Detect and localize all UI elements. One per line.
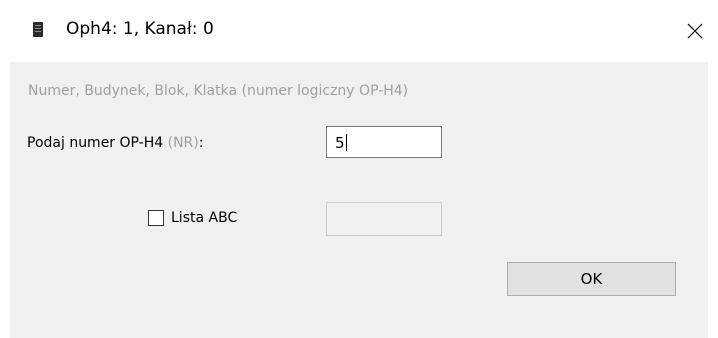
- abc-checkbox[interactable]: [148, 210, 164, 226]
- text-caret: [345, 134, 347, 151]
- title-bar: Oph4: 1, Kanał: 0: [0, 0, 718, 62]
- window-title: Oph4: 1, Kanał: 0: [66, 19, 214, 39]
- close-button[interactable]: [672, 0, 718, 62]
- close-icon: [687, 23, 703, 39]
- abc-label[interactable]: Lista ABC: [171, 210, 237, 226]
- nr-input-value: 5: [335, 134, 345, 152]
- nr-input[interactable]: 5: [326, 126, 442, 158]
- dialog-body: Numer, Budynek, Blok, Klatka (numer logi…: [10, 62, 708, 338]
- nr-label-colon: :: [198, 135, 204, 151]
- abc-option[interactable]: Lista ABC: [148, 210, 237, 226]
- nr-label-main: Podaj numer OP-H4: [27, 135, 164, 151]
- hint-text: Numer, Budynek, Blok, Klatka (numer logi…: [28, 83, 409, 99]
- nr-label: Podaj numer OP-H4 (NR):: [27, 135, 203, 151]
- abc-input: [326, 202, 442, 236]
- ok-button[interactable]: OK: [507, 262, 676, 296]
- document-icon: [33, 22, 43, 37]
- nr-label-muted: (NR): [167, 135, 199, 151]
